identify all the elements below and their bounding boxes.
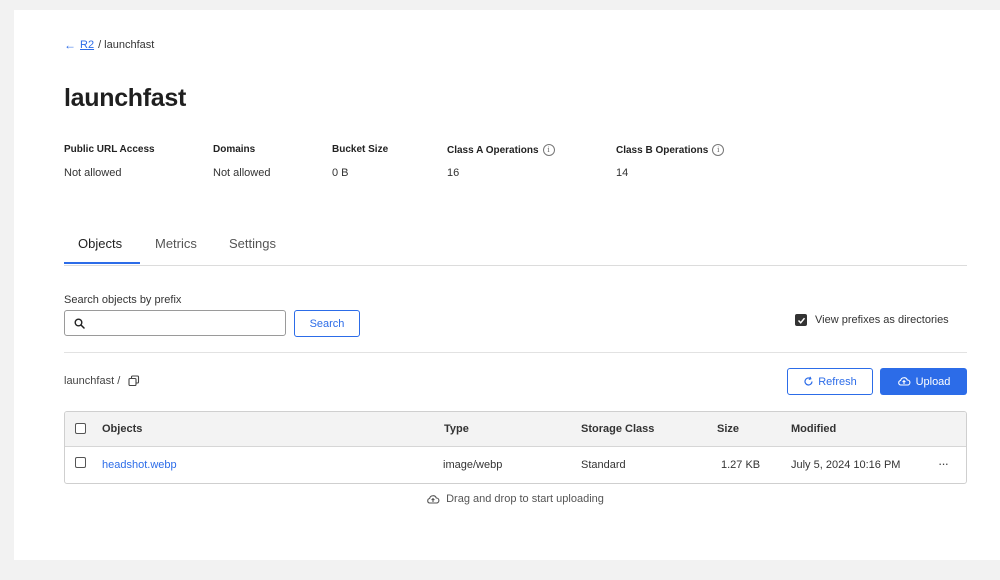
- checkbox-checked[interactable]: [795, 314, 807, 326]
- info-icon[interactable]: i: [542, 144, 555, 156]
- refresh-icon: [804, 376, 813, 386]
- back-arrow-icon[interactable]: ←: [64, 38, 76, 52]
- table-row: headshot.webp image/webp Standard 1.27 K…: [65, 447, 966, 483]
- upload-label: Upload: [915, 375, 951, 388]
- refresh-button[interactable]: Refresh: [787, 368, 873, 395]
- object-storage-class: Standard: [581, 459, 626, 471]
- object-modified: July 5, 2024 10:16 PM: [791, 459, 901, 471]
- search-button[interactable]: Search: [294, 310, 360, 337]
- more-options-icon[interactable]: ···: [938, 456, 949, 471]
- stat-label-bucket-size: Bucket Size: [332, 144, 389, 155]
- copy-icon[interactable]: [128, 375, 140, 387]
- row-checkbox[interactable]: [75, 457, 86, 468]
- objects-table: Objects Type Storage Class Size Modified…: [64, 411, 967, 484]
- object-type: image/webp: [443, 459, 503, 471]
- path-text: launchfast /: [64, 375, 121, 387]
- breadcrumb-current: / launchfast: [98, 39, 155, 51]
- stat-label-class-b: Class B Operations i: [616, 144, 725, 156]
- object-size: 1.27 KB: [721, 459, 761, 471]
- breadcrumb: ← R2 / launchfast: [64, 38, 154, 52]
- column-header-objects[interactable]: Objects: [102, 423, 142, 435]
- tab-objects[interactable]: Objects: [78, 236, 122, 251]
- column-header-size[interactable]: Size: [717, 423, 739, 435]
- tab-metrics[interactable]: Metrics: [155, 236, 197, 251]
- cloud-upload-icon: [427, 494, 440, 504]
- divider: [64, 352, 967, 353]
- stat-value-class-a: 16: [447, 167, 460, 179]
- stat-value-domains: Not allowed: [213, 167, 271, 179]
- dropzone-hint[interactable]: Drag and drop to start uploading: [0, 493, 1000, 505]
- check-icon: [797, 317, 805, 324]
- active-tab-indicator: [64, 262, 140, 264]
- info-icon[interactable]: i: [712, 144, 725, 156]
- cloud-upload-icon: [897, 377, 910, 386]
- column-header-type[interactable]: Type: [444, 423, 469, 435]
- breadcrumb-link-r2[interactable]: R2: [80, 39, 94, 51]
- object-name-link[interactable]: headshot.webp: [102, 459, 177, 471]
- column-header-storage-class[interactable]: Storage Class: [581, 423, 654, 435]
- stat-label-domains: Domains: [213, 144, 256, 155]
- search-input-container: [64, 310, 286, 336]
- table-header: Objects Type Storage Class Size Modified: [65, 412, 966, 447]
- search-icon: [74, 318, 85, 329]
- search-input[interactable]: [89, 314, 283, 334]
- stat-value-bucket-size: 0 B: [332, 167, 349, 179]
- stat-label-public-url: Public URL Access: [64, 144, 155, 155]
- refresh-label: Refresh: [818, 375, 857, 388]
- tab-settings[interactable]: Settings: [229, 236, 276, 251]
- search-label: Search objects by prefix: [64, 294, 182, 306]
- current-path: launchfast /: [64, 375, 140, 387]
- stat-value-class-b: 14: [616, 167, 629, 179]
- view-prefixes-label: View prefixes as directories: [815, 314, 949, 326]
- stat-value-public-url: Not allowed: [64, 167, 122, 179]
- select-all-checkbox[interactable]: [75, 423, 86, 434]
- dropzone-text: Drag and drop to start uploading: [446, 493, 604, 505]
- page-title: launchfast: [64, 84, 187, 112]
- view-prefixes-toggle[interactable]: View prefixes as directories: [795, 314, 949, 326]
- stat-label-class-a: Class A Operations i: [447, 144, 555, 156]
- column-header-modified[interactable]: Modified: [791, 423, 836, 435]
- tab-bar: Objects Metrics Settings: [64, 226, 967, 266]
- upload-button[interactable]: Upload: [880, 368, 967, 395]
